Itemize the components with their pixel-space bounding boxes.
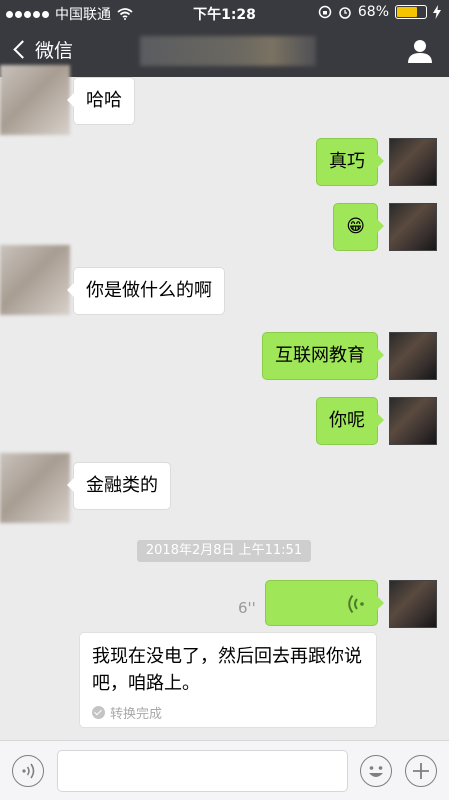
my-avatar[interactable] bbox=[389, 138, 437, 186]
voice-input-icon bbox=[22, 763, 35, 779]
message-list[interactable]: 哈哈 真巧 😁 你是做什么的啊 互联网教育 你呢 金融类的 2018年2月8日 … bbox=[0, 65, 449, 740]
status-right: 68% bbox=[318, 4, 441, 20]
plus-icon bbox=[413, 763, 429, 779]
back-label: 微信 bbox=[35, 40, 74, 62]
voice-duration: 6'' bbox=[238, 599, 256, 617]
chat-input-bar bbox=[0, 740, 449, 800]
voice-wave-icon bbox=[348, 594, 364, 614]
voice-input-button[interactable] bbox=[12, 755, 44, 787]
contact-avatar[interactable] bbox=[0, 453, 70, 523]
contact-avatar[interactable] bbox=[0, 245, 70, 315]
message-bubble-received[interactable]: 金融类的 bbox=[67, 462, 171, 510]
my-avatar[interactable] bbox=[389, 397, 437, 445]
emoji-icon bbox=[369, 766, 383, 777]
message-bubble-received[interactable]: 哈哈 bbox=[67, 77, 135, 125]
charging-icon bbox=[433, 5, 441, 19]
message-bubble-sent[interactable]: 互联网教育 bbox=[262, 332, 384, 380]
battery-icon bbox=[395, 5, 427, 19]
message-input[interactable] bbox=[57, 750, 348, 792]
contact-avatar[interactable] bbox=[0, 65, 70, 135]
chevron-left-icon bbox=[13, 40, 32, 59]
contact-profile-icon[interactable] bbox=[407, 38, 433, 64]
rotation-lock-icon bbox=[318, 5, 332, 19]
message-bubble-received[interactable]: 你是做什么的啊 bbox=[67, 267, 225, 315]
more-button[interactable] bbox=[405, 755, 437, 787]
battery-percent: 68% bbox=[357, 4, 389, 20]
transcript-status-label: 转换完成 bbox=[110, 707, 163, 722]
transcript-text: 我现在没电了，然后回去再跟你说吧，咱路上。 bbox=[92, 646, 362, 694]
back-button[interactable]: 微信 bbox=[10, 36, 73, 63]
timestamp-divider: 2018年2月8日 上午11:51 bbox=[137, 540, 311, 562]
transcript-status: 转换完成 bbox=[92, 703, 162, 722]
my-avatar[interactable] bbox=[389, 332, 437, 380]
my-avatar[interactable] bbox=[389, 203, 437, 251]
message-bubble-sent-emoji[interactable]: 😁 bbox=[333, 203, 384, 251]
chat-title-redacted bbox=[140, 36, 316, 66]
status-bar: 中国联通 下午1:28 68% bbox=[0, 0, 449, 26]
voice-message-bubble[interactable] bbox=[265, 580, 384, 626]
alarm-icon bbox=[339, 7, 351, 19]
voice-transcript-card[interactable]: 我现在没电了，然后回去再跟你说吧，咱路上。 转换完成 bbox=[79, 632, 377, 728]
message-bubble-sent[interactable]: 真巧 bbox=[316, 138, 384, 186]
my-avatar[interactable] bbox=[389, 580, 437, 628]
emoji-button[interactable] bbox=[360, 755, 392, 787]
message-bubble-sent[interactable]: 你呢 bbox=[316, 397, 384, 445]
check-circle-icon bbox=[92, 706, 105, 719]
